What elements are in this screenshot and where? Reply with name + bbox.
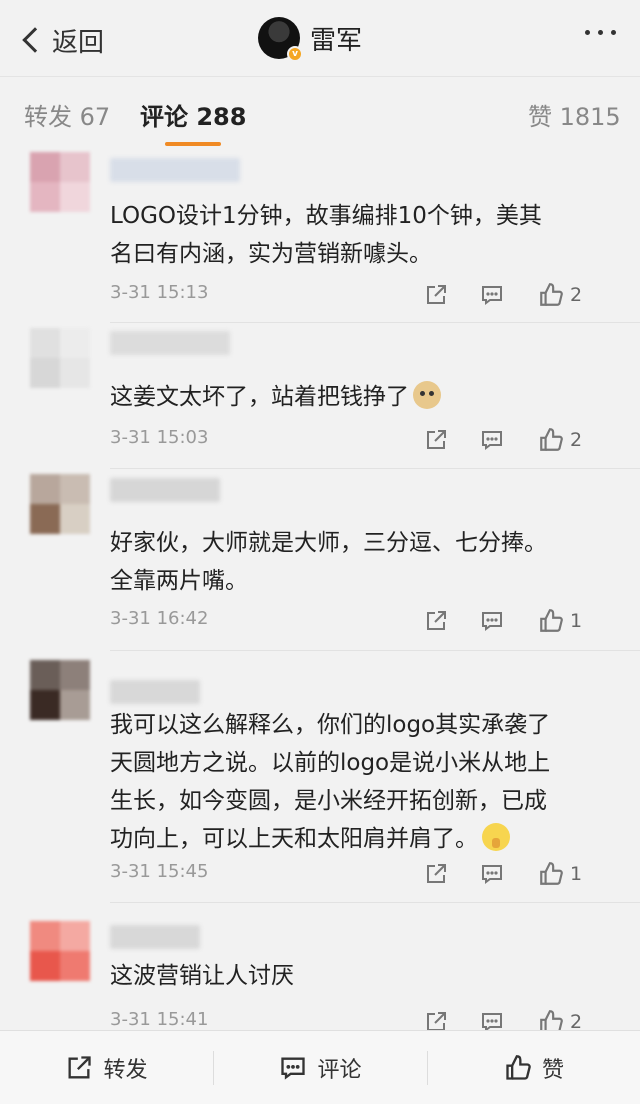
comment-text: 我可以这么解释么，你们的logo其实承袭了 天圆地方之说。以前的logo是说小米… — [110, 712, 551, 852]
comment-time: 3-31 15:41 — [110, 1009, 209, 1030]
comment-text: LOGO设计1分钟，故事编排10个钟，美其 名曰有内涵，实为营销新噱头。 — [110, 203, 542, 267]
thumbs-up-icon — [506, 1055, 531, 1080]
repost-button[interactable]: 转发 — [0, 1031, 213, 1104]
comment-divider — [110, 468, 640, 469]
tab-reposts[interactable]: 转发 67 — [24, 97, 110, 132]
back-button[interactable]: 返回 — [18, 20, 104, 60]
comment-time: 3-31 15:13 — [110, 282, 209, 303]
like-comment-button[interactable]: 1 — [538, 859, 582, 889]
share-icon — [427, 285, 446, 304]
comment-button[interactable]: 评论 — [214, 1031, 427, 1104]
comment-icon — [281, 1057, 306, 1080]
share-icon — [427, 611, 446, 630]
commenter-avatar[interactable] — [30, 152, 90, 212]
comment-text: 好家伙，大师就是大师，三分逗、七分捧。 全靠两片嘴。 — [110, 530, 547, 594]
back-label: 返回 — [52, 27, 105, 58]
comment-label: 评论 — [317, 1058, 362, 1083]
commenter-name-blurred[interactable] — [110, 680, 200, 704]
thumbs-up-icon — [540, 609, 563, 632]
repost-label: 转发 — [103, 1058, 148, 1083]
comment-actions: 1 — [380, 859, 620, 889]
commenter-name-blurred[interactable] — [110, 158, 240, 182]
author-avatar: v — [258, 17, 303, 62]
reply-comment-button[interactable] — [480, 425, 504, 455]
comment-icon — [482, 612, 502, 631]
thumbs-up-icon — [540, 862, 563, 885]
commenter-avatar[interactable] — [30, 328, 90, 388]
share-icon — [427, 430, 446, 449]
comment-time: 3-31 15:03 — [110, 427, 209, 448]
doge-emoji-icon — [413, 381, 441, 409]
comment-divider — [110, 322, 640, 323]
share-icon — [427, 864, 446, 883]
comment-actions: 1 — [380, 606, 620, 636]
thumbs-up-icon — [540, 428, 563, 451]
comment-time: 3-31 16:42 — [110, 608, 209, 629]
commenter-name-blurred[interactable] — [110, 478, 220, 502]
bottom-action-bar: 转发 评论 赞 — [0, 1030, 640, 1104]
like-count: 1 — [570, 863, 583, 885]
commenter-avatar[interactable] — [30, 660, 90, 720]
comment-time: 3-31 15:45 — [110, 861, 209, 882]
verified-badge-icon: v — [287, 46, 303, 62]
author-name: 雷军 — [310, 25, 363, 56]
comment-actions: 2 — [380, 425, 620, 455]
like-button[interactable]: 赞 — [428, 1031, 640, 1104]
comment-icon — [482, 865, 502, 884]
commenter-avatar[interactable] — [30, 921, 90, 981]
like-count: 2 — [570, 429, 583, 451]
tab-likes[interactable]: 赞 1815 — [528, 97, 621, 132]
active-tab-indicator — [165, 142, 221, 146]
repost-comment-button[interactable] — [424, 280, 448, 310]
share-icon — [68, 1056, 92, 1079]
commenter-name-blurred[interactable] — [110, 331, 230, 355]
top-nav-bar: 返回 v 雷军 — [0, 0, 640, 76]
reply-comment-button[interactable] — [480, 859, 504, 889]
comment-meta: 3-31 15:03 2 — [110, 425, 620, 455]
like-comment-button[interactable]: 2 — [538, 425, 582, 455]
commenter-avatar[interactable] — [30, 474, 90, 534]
thumbs-up-icon — [540, 283, 563, 306]
comment-icon — [482, 431, 502, 450]
tab-bar: 转发 67 评论 288 赞 1815 — [0, 76, 640, 150]
comment-text: 这姜文太坏了，站着把钱挣了 — [110, 378, 620, 416]
reply-comment-button[interactable] — [480, 280, 504, 310]
reply-comment-button[interactable] — [480, 606, 504, 636]
repost-comment-button[interactable] — [424, 425, 448, 455]
like-count: 1 — [570, 610, 583, 632]
comment-meta: 3-31 15:45 1 — [110, 859, 620, 889]
commenter-name-blurred[interactable] — [110, 925, 200, 949]
comment-meta: 3-31 16:42 1 — [110, 606, 620, 636]
comment-icon — [482, 286, 502, 305]
repost-comment-button[interactable] — [424, 606, 448, 636]
like-comment-button[interactable]: 2 — [538, 280, 582, 310]
like-count: 2 — [570, 284, 583, 306]
comment-divider — [110, 650, 640, 651]
repost-comment-button[interactable] — [424, 859, 448, 889]
like-comment-button[interactable]: 1 — [538, 606, 582, 636]
tab-comments[interactable]: 评论 288 — [140, 97, 246, 132]
comment-text: 这波营销让人讨厌 — [110, 963, 294, 989]
shush-emoji-icon — [482, 823, 510, 851]
comment-meta: 3-31 15:13 2 — [110, 280, 620, 310]
comment-divider — [110, 902, 640, 903]
like-label: 赞 — [541, 1058, 564, 1083]
chevron-left-icon — [22, 27, 48, 53]
post-author[interactable]: v 雷军 — [258, 14, 362, 62]
more-options-icon[interactable] — [585, 30, 616, 35]
comment-actions: 2 — [380, 280, 620, 310]
